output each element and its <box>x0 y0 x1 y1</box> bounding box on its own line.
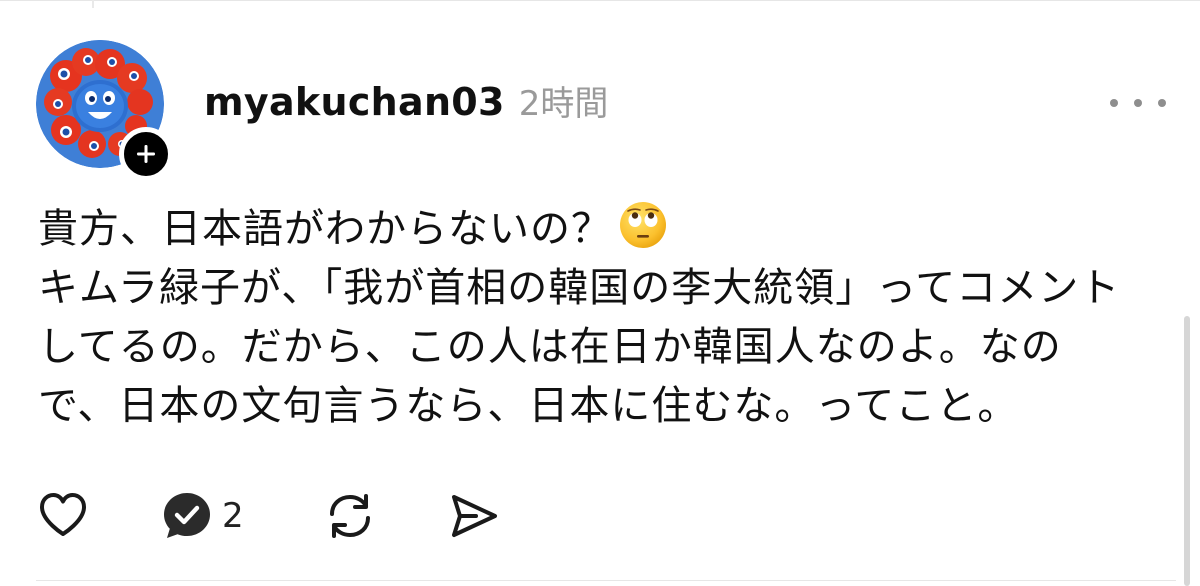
post-body-line: キムラ緑子が、「我が首相の韓国の李大統領」ってコメント <box>38 265 1121 311</box>
dot <box>1134 99 1142 107</box>
dot <box>1158 99 1166 107</box>
username[interactable]: myakuchan03 <box>204 80 505 124</box>
send-icon <box>452 495 497 537</box>
post-body-line: 貴方、日本語がわからないの？ <box>38 200 1158 259</box>
bottom-divider <box>36 580 1176 581</box>
reply-count: 2 <box>222 496 244 536</box>
post-body-line: してるの。だから、この人は在日か韓国人なのよ。なの <box>38 324 1062 370</box>
avatar-container[interactable] <box>36 40 176 181</box>
reply-bubble-icon <box>164 493 210 538</box>
repost-button[interactable] <box>322 488 378 544</box>
repost-icon <box>330 494 370 538</box>
like-button[interactable] <box>36 488 90 544</box>
face-with-rolling-eyes-emoji <box>620 202 666 248</box>
heart-icon <box>40 493 86 536</box>
reply-button[interactable]: 2 <box>160 488 244 544</box>
post-body-line-text: 貴方、日本語がわからないの？ <box>38 206 612 252</box>
follow-button[interactable] <box>119 127 173 181</box>
post-header: myakuchan03 2時間 <box>204 76 608 130</box>
post-body-line: で、日本の文句言うなら、日本に住むな。ってこと。 <box>38 383 1019 429</box>
post-body: 貴方、日本語がわからないの？ キムラ緑子が、「我が首相の韓国の李大統領」ってコメ… <box>38 200 1158 436</box>
plus-icon <box>137 145 155 163</box>
thread-post: myakuchan03 2時間 貴方、日本語がわからないの？ キムラ緑子が、「我… <box>0 0 1200 586</box>
dot <box>1110 99 1118 107</box>
more-dots-icon[interactable] <box>1110 90 1166 116</box>
scrollbar[interactable] <box>1184 316 1190 586</box>
share-button[interactable] <box>446 488 502 544</box>
post-time: 2時間 <box>518 84 609 124</box>
thread-line <box>92 0 94 8</box>
top-divider <box>0 0 1200 1</box>
